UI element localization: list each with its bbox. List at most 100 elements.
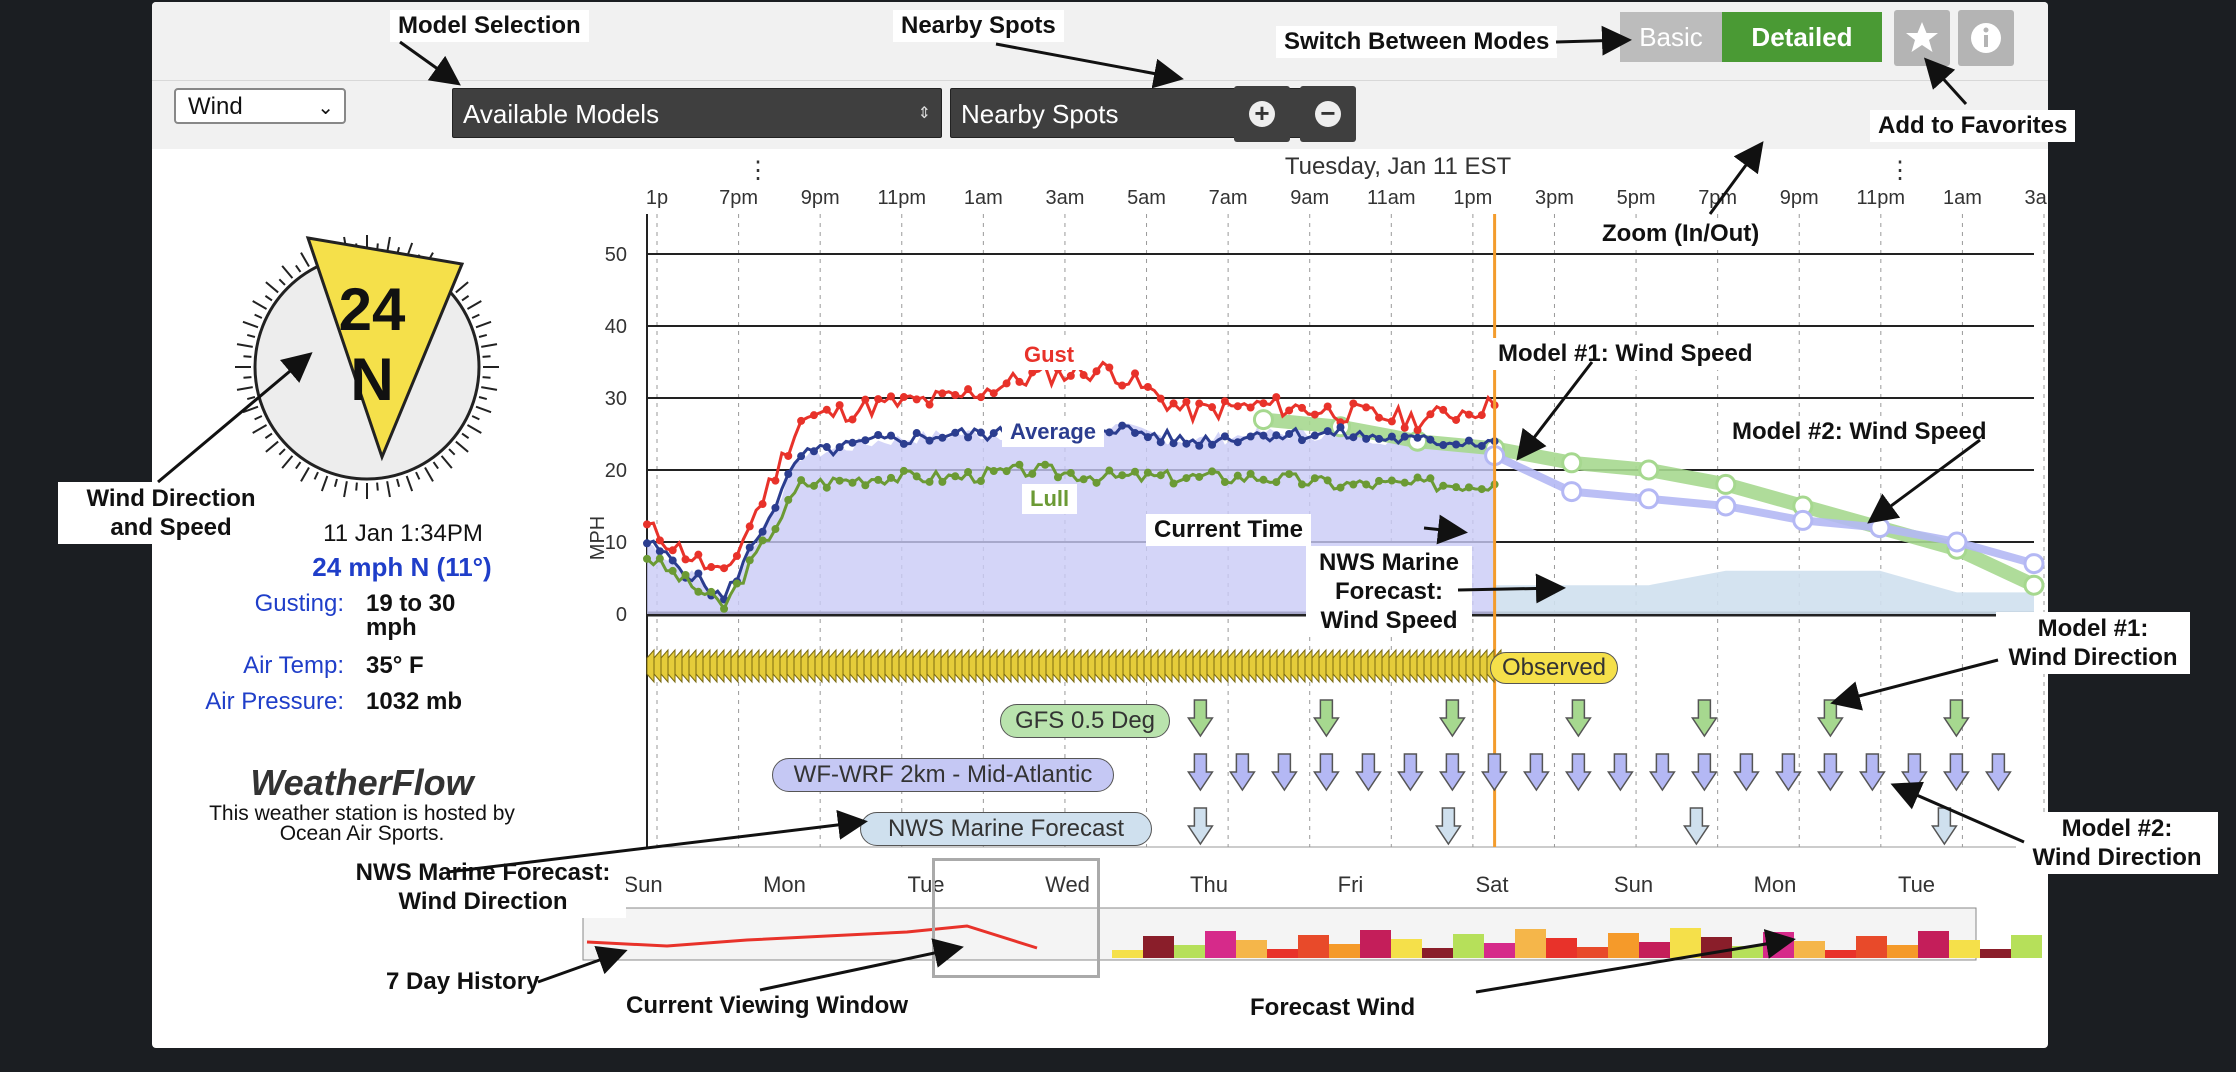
observed-direction-mark — [1178, 648, 1187, 684]
observed-direction-mark — [1269, 648, 1278, 684]
gust-point — [732, 551, 741, 560]
time-tick-label: 9pm — [1780, 187, 1819, 209]
forecast-wind-bar — [1360, 930, 1391, 958]
observed-direction-mark — [940, 648, 949, 684]
gust-point — [1387, 417, 1396, 426]
gust-point — [643, 520, 651, 529]
forecast-wind-bar — [1949, 940, 1980, 958]
average-point — [1413, 433, 1422, 442]
observed-direction-mark — [1227, 648, 1236, 684]
lull-point — [797, 476, 806, 485]
observed-direction-mark — [1283, 648, 1292, 684]
observed-direction-mark — [968, 648, 977, 684]
observed-direction-mark — [1024, 648, 1033, 684]
time-tick-label: 5pm — [1617, 187, 1656, 209]
model2-direction-arrow — [1228, 753, 1256, 792]
lull-point — [771, 525, 780, 534]
average-point — [1156, 438, 1165, 447]
gust-point — [887, 392, 896, 401]
model2-direction-arrow — [1690, 753, 1718, 792]
average-point — [976, 428, 985, 437]
forecast-wind-bar — [1546, 938, 1577, 958]
y-tick-label: 0 — [616, 604, 627, 626]
model-wrf-label[interactable]: WF-WRF 2km - Mid-Atlantic — [772, 758, 1114, 792]
model2-direction-arrow — [1900, 753, 1928, 792]
gust-point — [758, 500, 767, 509]
lull-point — [1182, 474, 1191, 483]
observed-direction-mark — [1213, 648, 1222, 684]
time-tick-label: 1p — [646, 187, 668, 209]
viewing-window[interactable] — [932, 858, 1100, 978]
time-tick-label: 7am — [1209, 187, 1248, 209]
forecast-wind-bar — [1577, 947, 1608, 958]
model-point — [2023, 553, 2045, 575]
gust-point — [848, 415, 857, 424]
model-point — [1638, 459, 1660, 481]
model-nws-label[interactable]: NWS Marine Forecast — [860, 812, 1152, 846]
observed-direction-mark — [835, 648, 844, 684]
model2-direction-arrow — [1816, 753, 1844, 792]
model2-direction-arrow — [1438, 753, 1466, 792]
average-point — [1439, 441, 1448, 450]
average-point — [1220, 432, 1229, 441]
nws-direction-arrow — [1434, 807, 1462, 846]
average-point — [964, 433, 973, 442]
observed-direction-mark — [1472, 648, 1481, 684]
history-day-label: Tue — [1898, 872, 1935, 897]
lull-point — [1426, 474, 1435, 483]
callout-line: Forecast: — [1334, 578, 1444, 605]
observed-direction-mark — [912, 648, 921, 684]
lull-point — [1297, 480, 1306, 489]
observed-direction-mark — [807, 648, 816, 684]
gust-point — [1400, 423, 1409, 432]
gust-point — [655, 536, 664, 545]
gust-point — [1105, 363, 1114, 372]
lull-point — [1233, 471, 1242, 480]
callout-line: Wind Speed — [1320, 607, 1458, 634]
observed-direction-mark — [1339, 648, 1348, 684]
gust-point — [1220, 397, 1229, 406]
gust-point — [809, 411, 818, 420]
observed-direction-mark — [1094, 648, 1103, 684]
observed-direction-mark — [772, 648, 781, 684]
average-point — [899, 439, 908, 448]
history-day-label: Fri — [1338, 872, 1364, 897]
gust-point — [1118, 381, 1127, 390]
gust-point — [1323, 402, 1332, 411]
time-tick-label: 1am — [1943, 187, 1982, 209]
callout-line: Wind Direction — [2008, 644, 2178, 671]
observed-direction-mark — [1059, 648, 1068, 684]
average-point — [1195, 441, 1204, 450]
average-point — [1362, 434, 1371, 443]
observed-direction-mark — [1052, 648, 1061, 684]
model1-direction-arrow — [1942, 699, 1970, 738]
model2-direction-arrow — [1732, 753, 1760, 792]
lull-point — [655, 554, 664, 563]
y-tick-label: 50 — [605, 244, 627, 266]
lull-point — [1272, 478, 1281, 487]
average-point — [1169, 439, 1178, 448]
forecast-wind-bar — [1422, 948, 1453, 958]
ellipsis-icon: ⋮ — [746, 157, 770, 184]
observed-direction-mark — [1381, 648, 1390, 684]
average-point — [874, 431, 883, 440]
gust-point — [912, 395, 921, 404]
forecast-wind-bar — [1298, 935, 1329, 958]
time-tick-label: 7pm — [719, 187, 758, 209]
time-tick-label: 1am — [964, 187, 1003, 209]
model-gfs-label[interactable]: GFS 0.5 Deg — [1000, 704, 1170, 738]
model2-direction-arrow — [1606, 753, 1634, 792]
observed-direction-mark — [695, 648, 704, 684]
observed-direction-mark — [737, 648, 746, 684]
average-point — [989, 429, 998, 438]
observed-direction-mark — [1479, 648, 1488, 684]
gust-point — [1143, 382, 1152, 391]
average-point — [887, 431, 896, 440]
forecast-wind-bar — [1143, 936, 1174, 958]
average-point — [1400, 432, 1409, 441]
lull-point — [668, 566, 677, 575]
observed-direction-mark — [1346, 648, 1355, 684]
callout-forecast-wind: Forecast Wind — [1242, 992, 1424, 1024]
nws-direction-arrow — [1930, 807, 1958, 846]
lull-point — [899, 466, 908, 475]
